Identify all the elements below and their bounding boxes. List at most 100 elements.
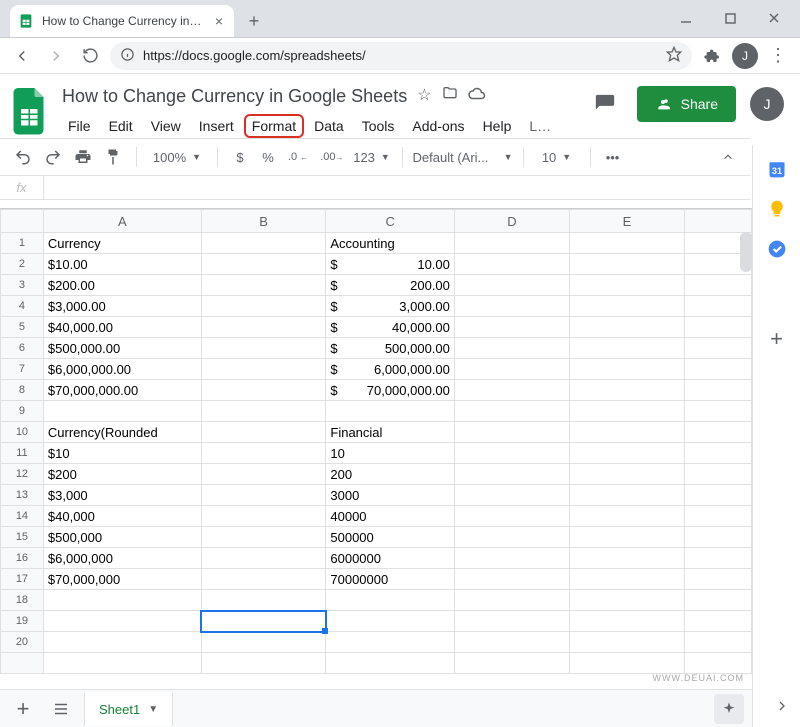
chrome-menu-icon[interactable]: ⋮ — [764, 42, 792, 70]
cell[interactable]: $6,000,000 — [43, 548, 201, 569]
cell[interactable]: $3,000.00 — [43, 296, 201, 317]
cell[interactable] — [454, 296, 569, 317]
print-button[interactable] — [70, 143, 96, 171]
cell[interactable] — [684, 485, 751, 506]
window-close-button[interactable] — [754, 4, 794, 32]
calendar-icon[interactable]: 31 — [767, 159, 787, 179]
cell[interactable] — [454, 548, 569, 569]
cell[interactable] — [684, 338, 751, 359]
cell[interactable] — [569, 485, 684, 506]
sheet-tab-menu-icon[interactable]: ▼ — [148, 704, 158, 715]
cell[interactable] — [454, 443, 569, 464]
cell[interactable] — [201, 422, 326, 443]
cell[interactable] — [569, 401, 684, 422]
cell[interactable]: Currency(Rounded — [43, 422, 201, 443]
row-header[interactable]: 19 — [1, 611, 44, 632]
cell[interactable] — [454, 254, 569, 275]
cell[interactable] — [684, 611, 751, 632]
new-tab-button[interactable]: + — [240, 7, 268, 35]
comments-button[interactable] — [587, 86, 623, 122]
cell[interactable] — [684, 275, 751, 296]
cell[interactable] — [454, 590, 569, 611]
menu-addons[interactable]: Add-ons — [404, 114, 472, 138]
cell[interactable] — [569, 422, 684, 443]
col-header-A[interactable]: A — [43, 210, 201, 233]
cell[interactable] — [43, 653, 201, 674]
document-title[interactable]: How to Change Currency in Google Sheets — [60, 86, 407, 107]
row-header[interactable]: 10 — [1, 422, 44, 443]
cell[interactable]: $70,000,000.00 — [326, 380, 455, 401]
cell[interactable]: 3000 — [326, 485, 455, 506]
cell[interactable]: $40,000.00 — [326, 317, 455, 338]
browser-tab[interactable]: How to Change Currency in Goo × — [10, 5, 234, 37]
cell[interactable] — [684, 401, 751, 422]
row-header[interactable]: 20 — [1, 632, 44, 653]
cell[interactable]: $10 — [43, 443, 201, 464]
redo-button[interactable] — [40, 143, 66, 171]
cell[interactable] — [43, 590, 201, 611]
col-header-C[interactable]: C — [326, 210, 455, 233]
cell[interactable]: $200.00 — [43, 275, 201, 296]
cell[interactable] — [454, 359, 569, 380]
menu-insert[interactable]: Insert — [191, 114, 242, 138]
cell[interactable] — [684, 632, 751, 653]
cell[interactable]: $500,000 — [43, 527, 201, 548]
cell[interactable]: $6,000,000.00 — [43, 359, 201, 380]
active-cell[interactable] — [201, 611, 326, 632]
font-size-select[interactable]: 10▼ — [534, 150, 580, 165]
cell[interactable]: $40,000 — [43, 506, 201, 527]
cell[interactable] — [454, 422, 569, 443]
undo-button[interactable] — [10, 143, 36, 171]
window-maximize-button[interactable] — [710, 4, 750, 32]
cell[interactable] — [569, 653, 684, 674]
cell[interactable] — [454, 233, 569, 254]
format-percent-button[interactable]: % — [256, 143, 280, 171]
cell[interactable] — [454, 317, 569, 338]
menu-data[interactable]: Data — [306, 114, 352, 138]
cell[interactable] — [569, 611, 684, 632]
zoom-select[interactable]: 100%▼ — [147, 150, 207, 165]
cell[interactable]: 6000000 — [326, 548, 455, 569]
cell[interactable] — [454, 653, 569, 674]
cell[interactable] — [569, 443, 684, 464]
cell[interactable] — [454, 401, 569, 422]
move-icon[interactable] — [442, 85, 458, 108]
cell[interactable] — [684, 443, 751, 464]
cell[interactable] — [201, 380, 326, 401]
cell[interactable] — [684, 653, 751, 674]
collapse-toolbar-button[interactable] — [716, 143, 740, 171]
col-header-B[interactable]: B — [201, 210, 326, 233]
side-panel-toggle-icon[interactable] — [774, 698, 790, 719]
menu-help[interactable]: Help — [475, 114, 520, 138]
cell[interactable] — [454, 611, 569, 632]
cell[interactable] — [684, 590, 751, 611]
row-header[interactable]: 17 — [1, 569, 44, 590]
cell[interactable] — [454, 527, 569, 548]
cell[interactable] — [326, 611, 455, 632]
row-header[interactable]: 14 — [1, 506, 44, 527]
select-all-cell[interactable] — [1, 210, 44, 233]
row-header[interactable]: 8 — [1, 380, 44, 401]
cell[interactable] — [326, 632, 455, 653]
cell[interactable] — [684, 464, 751, 485]
back-button[interactable] — [8, 42, 36, 70]
col-header-F[interactable] — [684, 210, 751, 233]
cell[interactable]: 200 — [326, 464, 455, 485]
row-header[interactable]: 12 — [1, 464, 44, 485]
cell[interactable] — [201, 275, 326, 296]
cell[interactable] — [569, 296, 684, 317]
cell[interactable] — [326, 653, 455, 674]
cell[interactable] — [201, 233, 326, 254]
cell[interactable] — [454, 275, 569, 296]
cell[interactable] — [43, 632, 201, 653]
cell[interactable] — [569, 506, 684, 527]
cell[interactable] — [569, 317, 684, 338]
cell[interactable] — [569, 590, 684, 611]
keep-icon[interactable] — [767, 199, 787, 219]
menu-last-edit[interactable]: L… — [521, 114, 559, 138]
cell[interactable] — [454, 485, 569, 506]
cell[interactable] — [201, 317, 326, 338]
row-header[interactable]: 2 — [1, 254, 44, 275]
row-header[interactable] — [1, 653, 44, 674]
row-header[interactable]: 5 — [1, 317, 44, 338]
